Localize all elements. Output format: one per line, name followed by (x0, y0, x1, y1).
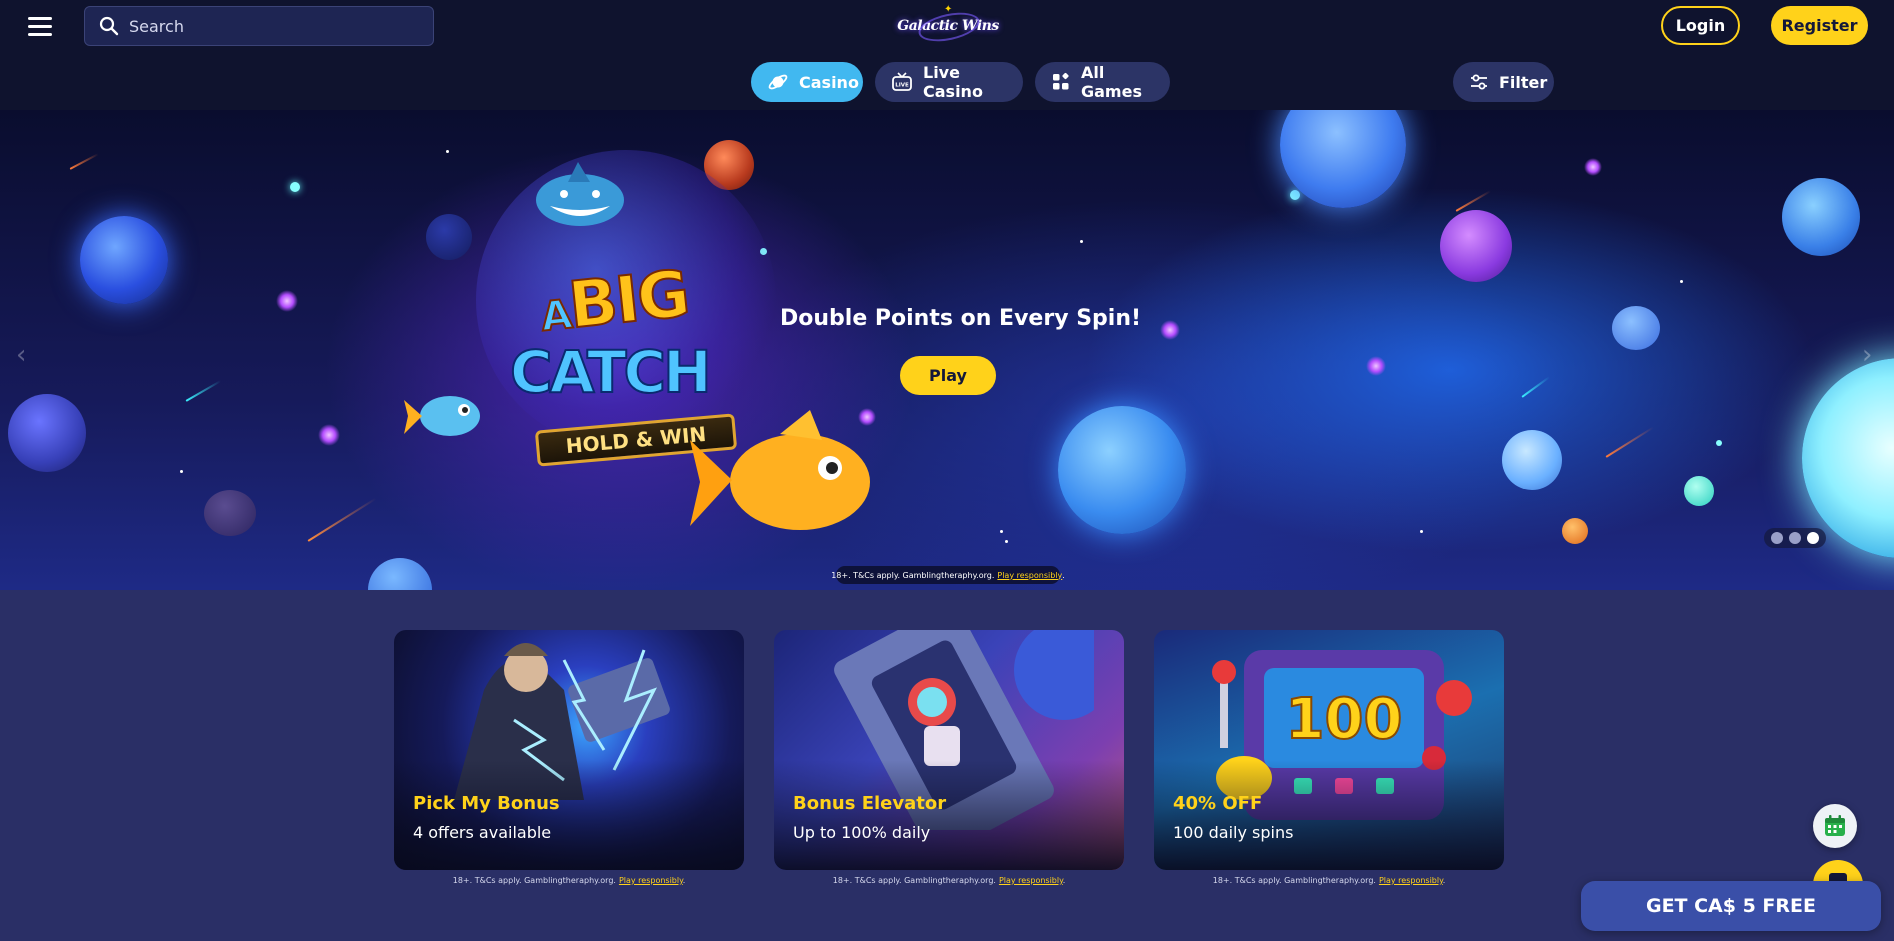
disclaimer-text: 18+. T&Cs apply. Gamblingtheraphy.org. (831, 570, 995, 580)
meteor (1455, 190, 1492, 212)
planet (1562, 518, 1588, 544)
promo-title: Bonus Elevator (793, 793, 947, 814)
register-button[interactable]: Register (1771, 6, 1868, 45)
grid-icon (1053, 72, 1069, 90)
promo-card-bonus-elevator[interactable]: Bonus Elevator Up to 100% daily (774, 630, 1124, 870)
play-responsibly-link[interactable]: Play responsibly (997, 571, 1062, 580)
carousel-dot-3[interactable] (1807, 532, 1819, 544)
star (1000, 530, 1003, 533)
calendar-button[interactable] (1813, 804, 1857, 848)
hero-banner[interactable]: ABIG CATCH HOLD & WIN Double Points on E… (0, 110, 1894, 590)
hero-prev-arrow[interactable]: ‹ (16, 340, 26, 370)
tab-casino[interactable]: Casino (751, 62, 863, 102)
planet (8, 394, 86, 472)
meteor (307, 497, 377, 542)
site-header: ✦ Galactic Wins Login Register Casino LI… (0, 0, 1894, 110)
promo-title: Pick My Bonus (413, 793, 560, 814)
promo-disclaimer: 18+. T&Cs apply. Gamblingtheraphy.org. Pl… (832, 876, 1066, 885)
planet (368, 558, 432, 590)
meteor (69, 153, 99, 170)
promo-title: 40% OFF (1173, 793, 1263, 814)
tab-all-games[interactable]: All Games (1035, 62, 1170, 102)
promo-card-pick-my-bonus[interactable]: Pick My Bonus 4 offers available (394, 630, 744, 870)
glow-star (276, 290, 298, 312)
svg-text:LIVE: LIVE (895, 83, 909, 89)
glow-star (1366, 356, 1386, 376)
hero-next-arrow[interactable]: › (1862, 340, 1872, 370)
star (1716, 440, 1722, 446)
planet (1612, 306, 1660, 350)
galactic-wins-logo[interactable]: ✦ Galactic Wins (897, 4, 999, 48)
star (1290, 190, 1300, 200)
disclaimer-text: 18+. T&Cs apply. Gamblingtheraphy.org. (452, 876, 616, 885)
login-button[interactable]: Login (1661, 6, 1740, 45)
disclaimer-text: 18+. T&Cs apply. Gamblingtheraphy.org. (832, 876, 996, 885)
glow-star (318, 424, 340, 446)
planet (1058, 406, 1186, 534)
slot-machine-text: 100 (1286, 687, 1403, 752)
logo-big: BIG (564, 256, 692, 344)
search-box[interactable] (84, 6, 434, 46)
planet (1440, 210, 1512, 282)
planet (1684, 476, 1714, 506)
calendar-icon (1825, 815, 1845, 836)
star (446, 150, 449, 153)
glow-star (1584, 158, 1602, 176)
carousel-dot-2[interactable] (1789, 532, 1801, 544)
meteor (185, 380, 222, 402)
planet (1502, 430, 1562, 490)
planet (204, 490, 256, 536)
carousel-dots (1764, 528, 1826, 548)
search-icon (99, 16, 119, 36)
promo-disclaimer: 18+. T&Cs apply. Gamblingtheraphy.org. Pl… (1212, 876, 1446, 885)
get-free-bonus-button[interactable]: GET CA$ 5 FREE (1581, 881, 1881, 931)
logo-a: A (538, 291, 574, 342)
logo-catch: CATCH (509, 337, 713, 407)
logo-star-icon: ✦ (944, 4, 953, 15)
promo-subtitle: 100 daily spins (1173, 823, 1294, 842)
shark-art (536, 162, 624, 226)
star (1005, 540, 1008, 543)
search-input[interactable] (129, 16, 409, 36)
tab-label: Casino (799, 72, 859, 92)
play-responsibly-link[interactable]: Play responsibly (1379, 876, 1443, 885)
hero-disclaimer: 18+. T&Cs apply. Gamblingtheraphy.org. P… (831, 566, 1065, 584)
disclaimer-text: 18+. T&Cs apply. Gamblingtheraphy.org. (1212, 876, 1376, 885)
meteor (1521, 376, 1551, 398)
tab-live-casino[interactable]: LIVE Live Casino (875, 62, 1023, 102)
live-tv-icon: LIVE (892, 72, 912, 91)
filter-label: Filter (1499, 72, 1548, 92)
gold-fish-art (690, 410, 870, 530)
star (1080, 240, 1083, 243)
play-responsibly-link[interactable]: Play responsibly (619, 876, 683, 885)
promo-disclaimer: 18+. T&Cs apply. Gamblingtheraphy.org. Pl… (452, 876, 686, 885)
planet (80, 216, 168, 304)
tab-label: Live Casino (923, 63, 983, 101)
star (180, 470, 183, 473)
play-responsibly-link[interactable]: Play responsibly (999, 876, 1063, 885)
play-button[interactable]: Play (900, 356, 996, 395)
planet-icon (768, 74, 788, 90)
blue-fish-art (404, 396, 480, 436)
star (1680, 280, 1683, 283)
hamburger-menu-icon[interactable] (28, 14, 52, 38)
meteor (1605, 426, 1655, 458)
glow-star (1160, 320, 1180, 340)
star (1420, 530, 1423, 533)
filter-button[interactable]: Filter (1453, 62, 1554, 102)
hero-title: Double Points on Every Spin! (780, 306, 1142, 331)
thor-art (454, 643, 670, 800)
planet (426, 214, 472, 260)
star (290, 182, 300, 192)
planet (1782, 178, 1860, 256)
sliders-icon (1471, 74, 1487, 90)
promo-subtitle: 4 offers available (413, 823, 552, 842)
carousel-dot-1[interactable] (1771, 532, 1783, 544)
promo-card-40-off[interactable]: 100 40% OFF 100 daily spins (1154, 630, 1504, 870)
tab-label: All Games (1081, 63, 1142, 101)
promo-subtitle: Up to 100% daily (793, 823, 931, 842)
